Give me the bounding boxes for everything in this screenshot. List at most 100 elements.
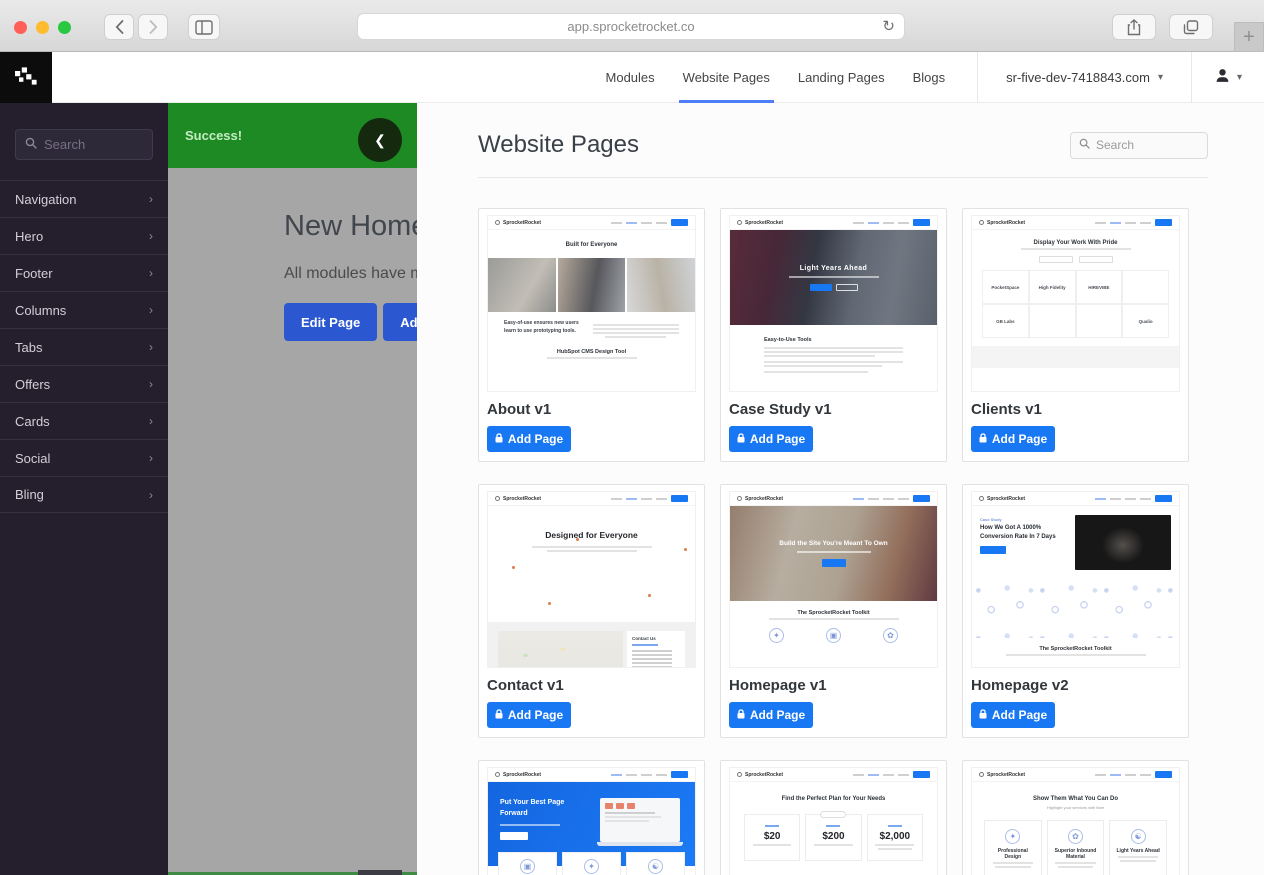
search-icon [1079,136,1090,154]
template-name: Clients v1 [971,401,1180,418]
add-page-button[interactable]: Add Page [487,426,571,452]
lock-icon [979,432,987,446]
template-thumbnail: SprocketRocket Put Your Best Page Forwar… [487,767,696,875]
chevron-right-icon: › [149,266,153,280]
template-thumbnail: SprocketRocket Build the Site You're Mea… [729,491,938,668]
lock-icon [737,708,745,722]
lock-icon [495,708,503,722]
chevron-right-icon: › [149,377,153,391]
sidebar-item-footer[interactable]: Footer› [0,254,168,291]
sidebar-item-hero[interactable]: Hero› [0,217,168,254]
template-name: About v1 [487,401,696,418]
lock-icon [979,708,987,722]
reload-icon[interactable]: ↻ [882,17,895,35]
forward-button[interactable] [138,14,168,40]
template-name: Contact v1 [487,677,696,694]
template-thumbnail: SprocketRocket Find the Perfect Plan for… [729,767,938,875]
add-page-button[interactable]: Add Page [971,426,1055,452]
template-name: Homepage v1 [729,677,938,694]
lock-icon [495,432,503,446]
toast-text: Success! [185,128,242,143]
pages-search[interactable] [1070,132,1208,159]
template-card-row3-2: SprocketRocket Find the Perfect Plan for… [720,760,947,875]
tab-overview-button[interactable] [1169,14,1213,40]
editor-bottom-handle [358,870,402,875]
template-thumbnail: SprocketRocket Light Years Ahead Easy-to… [729,215,938,392]
url-bar[interactable]: app.sprocketrocket.co ↻ [357,13,905,40]
template-thumbnail: SprocketRocket Display Your Work With Pr… [971,215,1180,392]
forward-icon [149,20,158,34]
add-page-button[interactable]: Add Page [971,702,1055,728]
back-button[interactable] [104,14,134,40]
template-card-homepage-v2: SprocketRocket Case Study How We Got A 1… [962,484,1189,738]
back-icon [115,20,124,34]
domain-label: sr-five-dev-7418843.com [1006,70,1150,85]
toolkit-icon: ✿ [883,628,898,643]
feature-icon: ▣ [520,859,535,874]
share-button[interactable] [1112,14,1156,40]
chevron-left-icon: ❮ [374,132,386,149]
zoom-window-button[interactable] [58,21,71,34]
chevron-right-icon: › [149,414,153,428]
url-text: app.sprocketrocket.co [567,19,694,34]
chevron-right-icon: › [149,192,153,206]
template-thumbnail: SprocketRocket Designed for Everyone [487,491,696,668]
lock-icon [737,432,745,446]
feature-icon: ✦ [584,859,599,874]
sidebar-search-input[interactable] [44,137,144,152]
chevron-right-icon: › [149,229,153,243]
browser-chrome: app.sprocketrocket.co ↻ + [0,0,1264,52]
sidebar-item-columns[interactable]: Columns› [0,291,168,328]
nav-website-pages[interactable]: Website Pages [683,52,770,103]
add-page-button[interactable]: Add Page [729,426,813,452]
service-icon: ✿ [1068,829,1083,844]
template-card-homepage-v1: SprocketRocket Build the Site You're Mea… [720,484,947,738]
chevron-right-icon: › [149,451,153,465]
service-icon: ✦ [1005,829,1020,844]
template-name: Homepage v2 [971,677,1180,694]
main-content: Website Pages SprocketRocket Built for E… [417,103,1264,875]
template-card-about-v1: SprocketRocket Built for Everyone Easy-o… [478,208,705,462]
sidebar-item-social[interactable]: Social› [0,439,168,476]
sidebar-item-offers[interactable]: Offers› [0,365,168,402]
module-sidebar: Navigation› Hero› Footer› Columns› Tabs›… [0,103,168,875]
domain-selector[interactable]: sr-five-dev-7418843.com ▾ [977,52,1191,103]
collapse-panel-button[interactable]: ❮ [358,118,402,162]
service-icon: ☯ [1131,829,1146,844]
nav-modules[interactable]: Modules [606,52,655,103]
sprocketrocket-logo-icon[interactable] [0,52,52,103]
add-page-button[interactable]: Add Page [729,702,813,728]
nav-blogs[interactable]: Blogs [913,52,946,103]
screen: app.sprocketrocket.co ↻ + Modules Websit… [0,0,1264,875]
chevron-down-icon: ▾ [1158,72,1163,83]
add-page-button[interactable]: Add Page [487,702,571,728]
close-window-button[interactable] [14,21,27,34]
new-tab-button[interactable]: + [1234,22,1264,52]
search-icon [25,136,37,154]
doodle-pattern [972,576,1179,638]
modal-body-text: All modules have ma [284,265,417,283]
user-icon [1214,67,1231,89]
pages-search-input[interactable] [1096,138,1191,152]
share-icon [1127,19,1141,36]
sidebar-item-navigation[interactable]: Navigation› [0,180,168,217]
sidebar-item-bling[interactable]: Bling› [0,476,168,513]
template-card-row3-3: SprocketRocket Show Them What You Can Do… [962,760,1189,875]
template-card-clients-v1: SprocketRocket Display Your Work With Pr… [962,208,1189,462]
page-title: Website Pages [478,131,639,159]
chevron-right-icon: › [149,340,153,354]
edit-page-button[interactable]: Edit Page [284,303,377,341]
nav-landing-pages[interactable]: Landing Pages [798,52,885,103]
minimize-window-button[interactable] [36,21,49,34]
toolkit-icon: ▣ [826,628,841,643]
sidebar-toggle-button[interactable] [188,14,220,40]
app-header: Modules Website Pages Landing Pages Blog… [0,52,1264,103]
map-thumbnail [498,631,623,668]
user-menu[interactable]: ▾ [1191,52,1264,103]
sidebar-item-cards[interactable]: Cards› [0,402,168,439]
add-another-button[interactable]: Add A [383,303,417,341]
template-name: Case Study v1 [729,401,938,418]
feature-icon: ☯ [648,859,663,874]
sidebar-search[interactable] [15,129,153,160]
sidebar-item-tabs[interactable]: Tabs› [0,328,168,365]
